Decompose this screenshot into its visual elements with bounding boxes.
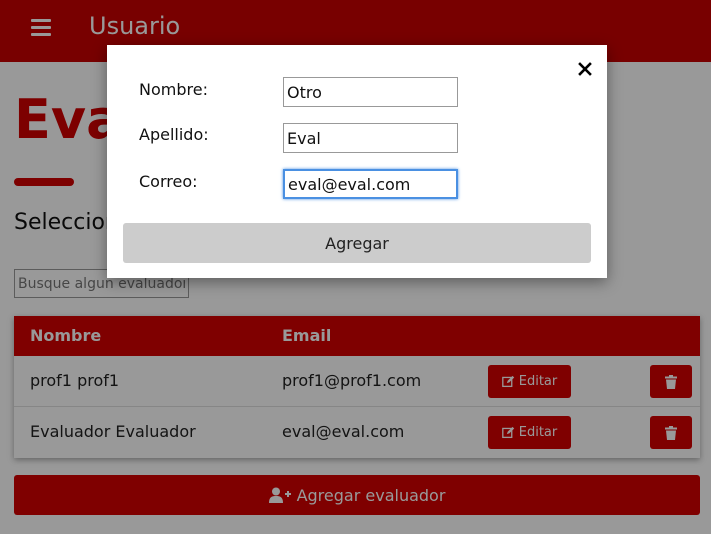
nombre-label: Nombre: xyxy=(139,80,208,99)
close-icon[interactable] xyxy=(577,61,593,77)
apellido-label: Apellido: xyxy=(139,125,209,144)
agregar-button[interactable]: Agregar xyxy=(123,223,591,263)
add-evaluator-modal: Nombre: Apellido: Correo: Agregar xyxy=(107,45,607,278)
correo-field[interactable] xyxy=(283,169,458,199)
apellido-field[interactable] xyxy=(283,123,458,153)
nombre-field[interactable] xyxy=(283,77,458,107)
correo-label: Correo: xyxy=(139,172,198,191)
